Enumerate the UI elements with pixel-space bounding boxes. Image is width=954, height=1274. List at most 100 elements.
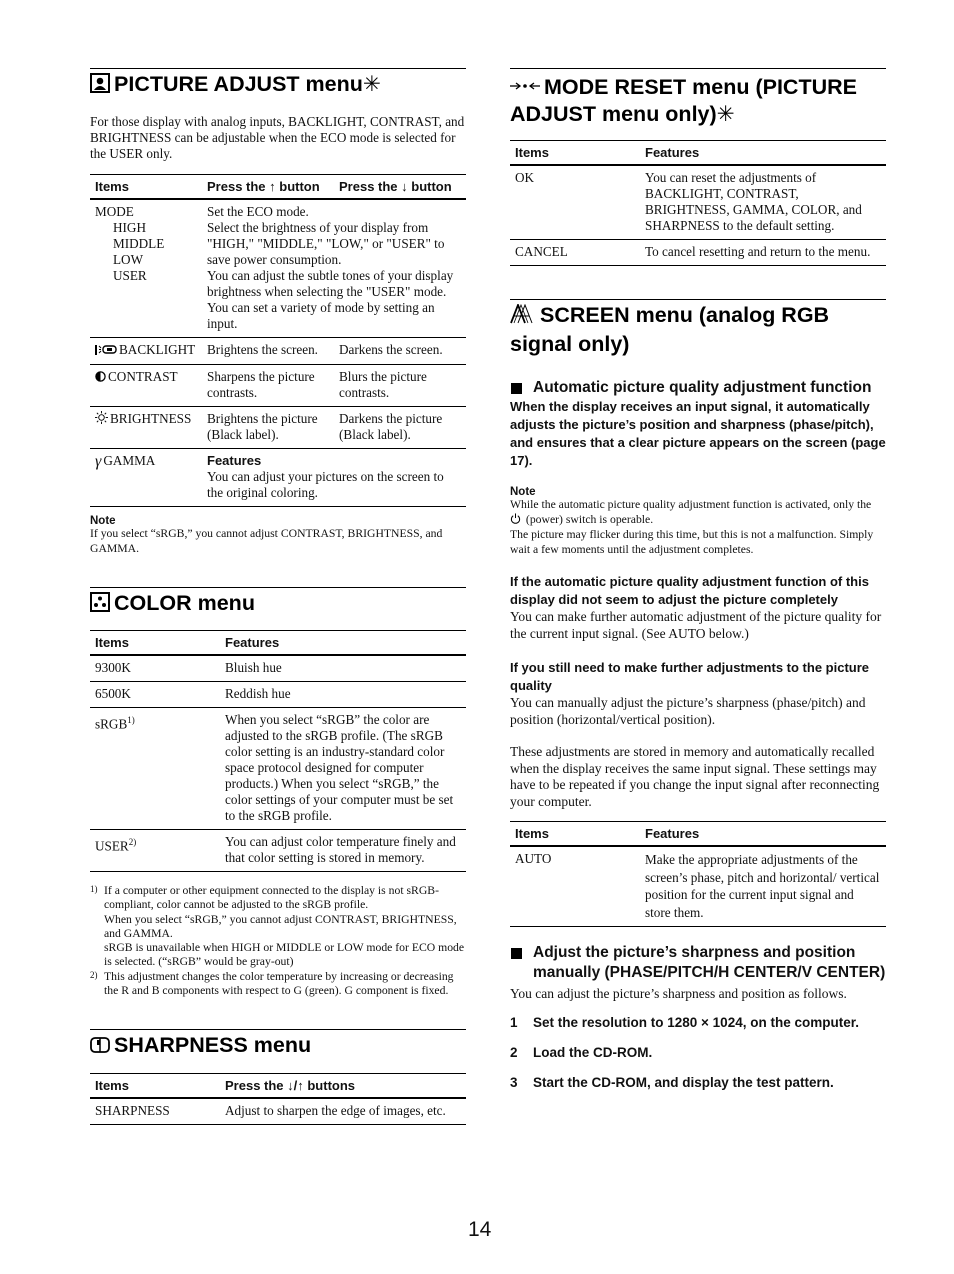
bullet-square-icon — [511, 948, 522, 959]
item-feature: Adjust to sharpen the edge of images, et… — [220, 1098, 466, 1126]
sharpness-icon — [90, 1034, 110, 1061]
note-line: (power) switch is operable. — [525, 512, 654, 526]
up-action: Brightens the screen. — [206, 337, 338, 365]
table-row: sRGB1) When you select “sRGB” the color … — [90, 707, 466, 830]
color-footnotes: 1) If a computer or other equipment conne… — [90, 884, 466, 998]
subheading-text: Automatic picture quality adjustment fun… — [533, 379, 872, 396]
table-row: AUTO Make the appropriate adjustments of… — [510, 846, 886, 927]
manual-text: You can manually adjust the picture’s sh… — [510, 695, 866, 727]
table-row: BACKLIGHT Brightens the screen. Darkens … — [90, 337, 466, 365]
col-header-items: Items — [90, 1073, 220, 1100]
step-item: 2 Load the CD-ROM. — [510, 1044, 886, 1062]
item-feature: To cancel resetting and return to the me… — [640, 239, 886, 266]
mode-subitem: MIDDLE — [113, 236, 165, 251]
footnote: 2) This adjustment changes the color temp… — [90, 970, 466, 999]
table-header: Items Press the ↓/↑ buttons — [90, 1073, 466, 1100]
col-header-items: Items — [90, 174, 206, 200]
mode-subitem: HIGH — [113, 220, 146, 235]
item-feature: Bluish hue — [220, 655, 466, 682]
col-header-items: Items — [510, 821, 640, 847]
footnote-mark: 1) — [90, 884, 98, 894]
item-feature: Reddish hue — [220, 681, 466, 708]
stored-text: These adjustments are stored in memory a… — [510, 744, 880, 809]
brightness-icon — [95, 411, 108, 428]
note-line: While the automatic picture quality adju… — [510, 498, 872, 511]
step-number: 1 — [510, 1014, 518, 1030]
picture-adjust-table: Items Press the ↑ button Press the ↓ but… — [90, 174, 466, 507]
table-row: OK You can reset the adjustments of BACK… — [510, 165, 886, 240]
col-header-features: Features — [220, 630, 466, 656]
subheading-text: Adjust the picture’s sharpness and posit… — [533, 944, 886, 981]
col-header-buttons: Press the ↓/↑ buttons — [220, 1073, 466, 1100]
down-action: Darkens the screen. — [338, 337, 466, 365]
item-label: CANCEL — [510, 239, 640, 266]
mode-reset-table: Items Features OK You can reset the adju… — [510, 140, 886, 266]
star-icon: ✳ — [716, 102, 735, 126]
item-label: BRIGHTNESS — [110, 411, 192, 426]
step-number: 3 — [510, 1074, 518, 1090]
item-label: OK — [510, 165, 640, 240]
mode-description: Set the ECO mode. Select the brightness … — [206, 199, 466, 338]
up-action: Brightens the picture (Black label). — [206, 406, 338, 449]
screen-heading: SCREEN menu (analog RGB signal only) — [510, 299, 886, 358]
star-icon: ✳ — [362, 72, 381, 96]
col-header-down: Press the ↓ button — [338, 174, 466, 200]
gamma-features: Features You can adjust your pictures on… — [206, 448, 466, 507]
col-header-up: Press the ↑ button — [206, 174, 338, 200]
step-item: 3 Start the CD-ROM, and display the test … — [510, 1074, 886, 1092]
features-label: Features — [207, 453, 262, 468]
gamma-description: You can adjust your pictures on the scre… — [207, 469, 444, 500]
backlight-icon — [95, 343, 117, 359]
up-action: Sharpens the picture contrasts. — [206, 364, 338, 407]
section-title: PICTURE ADJUST menu — [114, 72, 363, 96]
note-text: While the automatic picture quality adju… — [510, 498, 886, 557]
mode-subitem: LOW — [113, 252, 144, 267]
section-title: SCREEN menu (analog RGB signal only) — [510, 303, 830, 356]
picture-adjust-icon — [90, 73, 110, 100]
manual-adjust-heading: Adjust the picture’s sharpness and posit… — [510, 943, 886, 983]
table-row: BRIGHTNESS Brightens the picture (Black … — [90, 406, 466, 449]
item-label: SHARPNESS — [90, 1098, 220, 1126]
footnote-text: If a computer or other equipment connect… — [104, 884, 465, 969]
contrast-icon — [95, 370, 106, 386]
note-text: If you select “sRGB,” you cannot adjust … — [90, 527, 443, 555]
step-item: 1 Set the resolution to 1280 × 1024, on t… — [510, 1014, 886, 1032]
item-feature: You can adjust color temperature finely … — [220, 829, 466, 872]
table-row: CONTRAST Sharpens the picture contrasts.… — [90, 364, 466, 407]
step-text: Set the resolution to 1280 × 1024, on th… — [533, 1014, 859, 1030]
col-header-items: Items — [90, 630, 220, 656]
sharpness-table: Items Press the ↓/↑ buttons SHARPNESS Ad… — [90, 1073, 466, 1126]
color-table: Items Features 9300K Bluish hue 6500K Re… — [90, 630, 466, 872]
backlight-item: BACKLIGHT — [90, 337, 206, 365]
screen-table: Items Features AUTO Make the appropriate… — [510, 821, 886, 927]
step-text: Load the CD-ROM. — [533, 1044, 653, 1060]
mode-reset-icon — [510, 71, 540, 98]
mode-subitem: USER — [113, 268, 147, 283]
power-icon — [510, 512, 521, 529]
step-text: Start the CD-ROM, and display the test p… — [533, 1074, 834, 1090]
mode-label: MODE — [95, 204, 134, 219]
footnote-ref[interactable]: 1) — [127, 715, 135, 725]
table-row: 9300K Bluish hue — [90, 655, 466, 682]
item-feature: Make the appropriate adjustments of the … — [640, 846, 886, 927]
item-label: USER2) — [90, 829, 220, 872]
note-heading: Note — [510, 486, 536, 498]
down-action: Blurs the picture contrasts. — [338, 364, 466, 407]
screen-icon — [510, 302, 536, 331]
col-header-features: Features — [640, 821, 886, 847]
footnote-ref[interactable]: 2) — [129, 837, 137, 847]
sharpness-heading: SHARPNESS menu — [90, 1029, 466, 1061]
brightness-item: BRIGHTNESS — [90, 406, 206, 449]
further-text: You can make further automatic adjustmen… — [510, 609, 882, 641]
bullet-square-icon — [511, 383, 522, 394]
item-feature: When you select “sRGB” the color are adj… — [220, 707, 466, 830]
left-column: PICTURE ADJUST menu✳ For those display w… — [90, 68, 466, 1126]
col-header-features: Features — [640, 140, 886, 166]
mode-item: MODE HIGH MIDDLE LOW USER — [90, 199, 206, 338]
table-header: Items Features — [510, 821, 886, 847]
item-text: USER — [95, 838, 129, 854]
section-title: MODE RESET menu (PICTURE ADJUST menu onl… — [510, 75, 857, 126]
table-row: SHARPNESS Adjust to sharpen the edge of … — [90, 1098, 466, 1126]
further-heading: If the automatic picture quality adjustm… — [510, 574, 869, 607]
picture-adjust-intro: For those display with analog inputs, BA… — [90, 114, 465, 161]
